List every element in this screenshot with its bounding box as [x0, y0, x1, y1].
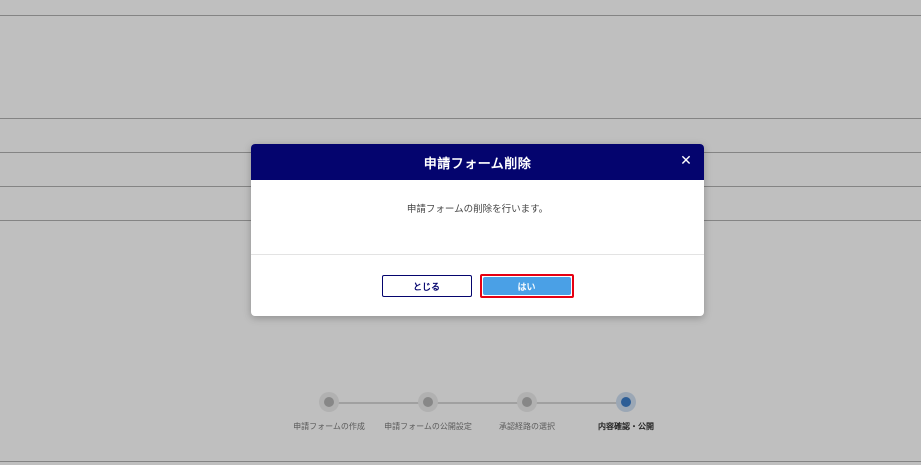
delete-form-dialog: 申請フォーム削除 ✕ 申請フォームの削除を行います。 とじる はい [251, 144, 704, 316]
close-button[interactable]: とじる [381, 275, 472, 297]
dialog-body: 申請フォームの削除を行います。 [251, 180, 704, 255]
dialog-title: 申請フォーム削除 [423, 156, 532, 172]
yes-button[interactable]: はい [482, 277, 571, 295]
yes-button-highlight: はい [479, 274, 574, 298]
dialog-header: 申請フォーム削除 ✕ [251, 144, 704, 180]
dialog-message: 申請フォームの削除を行います。 [406, 204, 549, 215]
dialog-footer: とじる はい [251, 255, 704, 316]
close-icon[interactable]: ✕ [678, 153, 694, 169]
